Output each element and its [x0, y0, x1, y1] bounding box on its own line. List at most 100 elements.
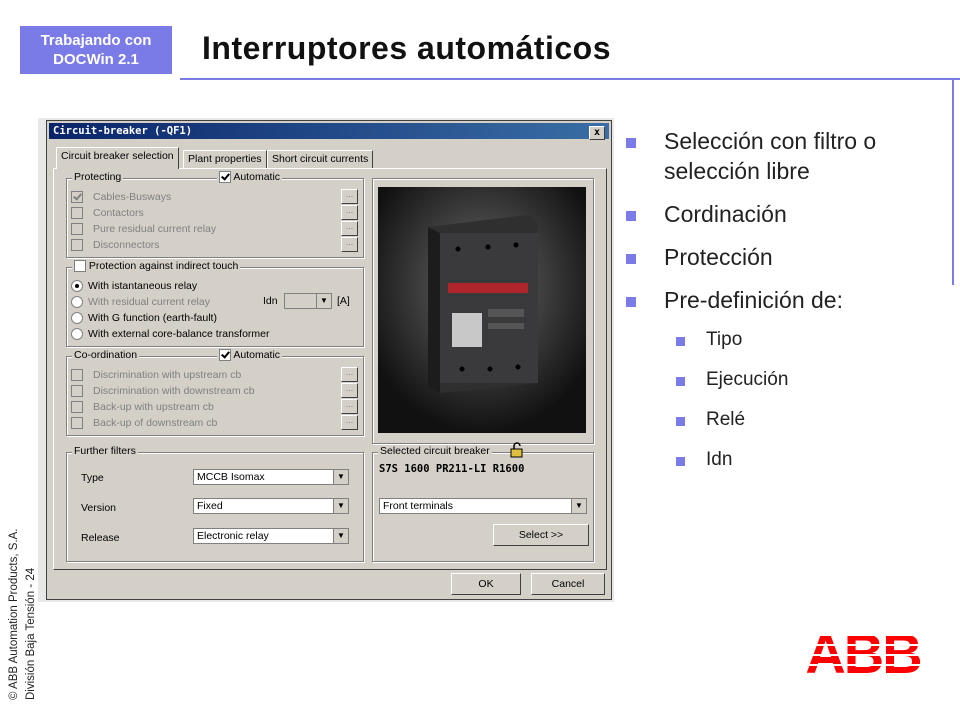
protect-residual-row[interactable]: Pure residual current relay [71, 222, 216, 236]
tab-short-circuit-currents[interactable]: Short circuit currents [267, 150, 374, 169]
coord-row[interactable]: Discrimination with downstream cb [71, 384, 255, 398]
tab-circuit-breaker-selection[interactable]: Circuit breaker selection [56, 147, 179, 169]
abb-logo: ABB [800, 625, 926, 677]
radio-label: With G function (earth-fault) [88, 312, 217, 324]
sub-bullet-text: Idn [706, 449, 733, 470]
version-select[interactable]: Fixed ▼ [193, 498, 349, 514]
bullet-square-icon [626, 254, 636, 264]
cancel-button[interactable]: Cancel [531, 573, 605, 595]
checkbox[interactable] [71, 385, 83, 398]
section-tag-line1: Trabajando con [40, 32, 152, 49]
dots-button[interactable]: ... [341, 399, 358, 414]
radio-label: With residual current relay [88, 296, 210, 308]
radio-label: With istantaneous relay [88, 280, 198, 292]
indirect-touch-group: Protection against indirect touch With i… [66, 260, 364, 347]
indirect-touch-label[interactable]: Protection against indirect touch [72, 260, 241, 273]
radio-residual[interactable]: With residual current relay [71, 295, 210, 309]
checkbox[interactable] [71, 417, 83, 430]
bullet-item: Cordinación [624, 199, 944, 229]
dialog-title: Circuit-breaker (-QF1) [53, 125, 193, 137]
coordination-automatic[interactable]: Automatic [217, 349, 283, 362]
coord-row[interactable]: Back-up with upstream cb [71, 400, 214, 414]
radio-instantaneous[interactable]: With istantaneous relay [71, 279, 197, 293]
ok-button[interactable]: OK [451, 573, 521, 595]
radio[interactable] [71, 296, 83, 309]
bullet-list: Selección con filtro o selección libre C… [624, 126, 944, 488]
checkbox[interactable] [71, 191, 83, 204]
bullet-item: Protección [624, 242, 944, 272]
release-select[interactable]: Electronic relay ▼ [193, 528, 349, 544]
svg-text:ABB: ABB [805, 625, 920, 677]
checkbox[interactable] [71, 369, 83, 382]
dots-button[interactable]: ... [341, 221, 358, 236]
chevron-down-icon: ▼ [316, 294, 331, 308]
automatic-checkbox[interactable] [219, 349, 231, 362]
protecting-label: Protecting [72, 171, 124, 183]
footer-text: © ABB Automation Products, S.A. División… [6, 529, 40, 700]
chevron-down-icon: ▼ [333, 499, 348, 513]
section-tag: Trabajando con DOCWin 2.1 [20, 26, 172, 74]
sub-bullet-text: Tipo [706, 329, 743, 350]
unlock-icon[interactable] [510, 442, 524, 458]
selected-breaker-label: Selected circuit breaker [378, 445, 492, 457]
dots-button[interactable]: ... [341, 189, 358, 204]
footer-line1: © ABB Automation Products, S.A. [8, 528, 20, 700]
indirect-touch-checkbox[interactable] [74, 260, 86, 273]
automatic-checkbox[interactable] [219, 171, 231, 184]
checkbox[interactable] [71, 207, 83, 220]
select-button[interactable]: Select >> [493, 524, 589, 546]
terminals-select[interactable]: Front terminals ▼ [379, 498, 587, 514]
bullet-text: Selección con filtro o selección libre [664, 128, 877, 184]
type-select[interactable]: MCCB Isomax ▼ [193, 469, 349, 485]
dots-button[interactable]: ... [341, 205, 358, 220]
type-label: Type [81, 472, 104, 484]
coordination-group: Co-ordination Automatic Discrimination w… [66, 349, 364, 436]
release-label: Release [81, 532, 120, 544]
protect-contactors-row[interactable]: Contactors [71, 206, 144, 220]
sub-bullet-item: Tipo [624, 328, 944, 352]
dots-button[interactable]: ... [341, 367, 358, 382]
checkbox[interactable] [71, 239, 83, 252]
checkbox-label: Back-up with upstream cb [93, 401, 214, 413]
protecting-automatic[interactable]: Automatic [217, 171, 283, 184]
bullet-text: Cordinación [664, 201, 787, 227]
type-value: MCCB Isomax [197, 471, 265, 483]
checkbox-label: Cables-Busways [93, 191, 172, 203]
bullet-text: Protección [664, 244, 773, 270]
title-rule [180, 78, 960, 80]
close-button[interactable]: x [589, 126, 605, 140]
tab-plant-properties[interactable]: Plant properties [183, 150, 267, 169]
dots-button[interactable]: ... [341, 237, 358, 252]
dots-button[interactable]: ... [341, 383, 358, 398]
checkbox-label: Contactors [93, 207, 144, 219]
indirect-touch-text: Protection against indirect touch [88, 260, 239, 272]
radio[interactable] [71, 312, 83, 325]
sub-bullet-item: Relé [624, 408, 944, 432]
radio-external[interactable]: With external core-balance transformer [71, 327, 270, 341]
release-value: Electronic relay [197, 530, 269, 542]
bullet-square-icon [626, 211, 636, 221]
radio-g-function[interactable]: With G function (earth-fault) [71, 311, 217, 325]
selected-breaker-value: S7S 1600 PR211-LI R1600 [379, 463, 525, 475]
chevron-down-icon: ▼ [333, 529, 348, 543]
automatic-label: Automatic [233, 171, 281, 183]
idn-select[interactable]: ▼ [284, 293, 332, 309]
coord-row[interactable]: Back-up of downstream cb [71, 416, 217, 430]
bullet-square-icon [676, 417, 685, 426]
checkbox-label: Disconnectors [93, 239, 160, 251]
radio[interactable] [71, 280, 83, 293]
protecting-group: Protecting Automatic Cables-Busways Cont… [66, 171, 364, 258]
bullet-square-icon [676, 377, 685, 386]
dots-button[interactable]: ... [341, 415, 358, 430]
radio[interactable] [71, 328, 83, 341]
checkbox[interactable] [71, 401, 83, 414]
protect-disconnectors-row[interactable]: Disconnectors [71, 238, 160, 252]
coord-row[interactable]: Discrimination with upstream cb [71, 368, 241, 382]
bullet-item: Pre-definición de: [624, 285, 944, 315]
frame-rule [952, 80, 954, 285]
bullet-square-icon [626, 138, 636, 148]
tab-panel: Protecting Automatic Cables-Busways Cont… [53, 168, 607, 570]
protect-cables-row[interactable]: Cables-Busways [71, 190, 171, 204]
checkbox-label: Discrimination with upstream cb [93, 369, 242, 381]
checkbox[interactable] [71, 223, 83, 236]
